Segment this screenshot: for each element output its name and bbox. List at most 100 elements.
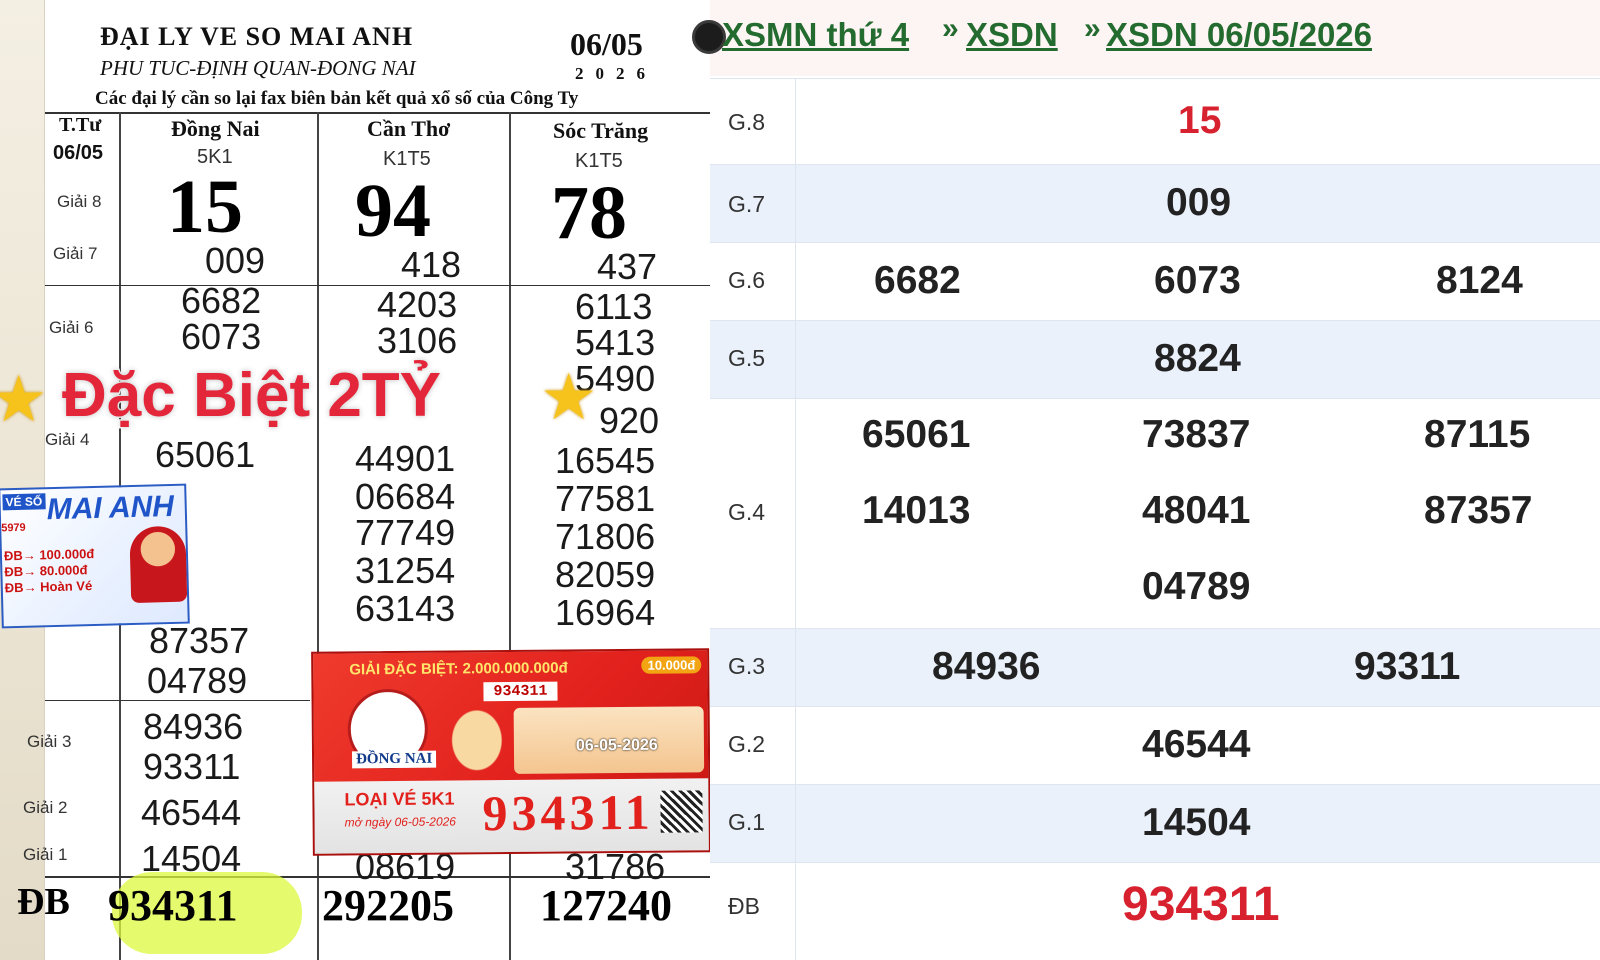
prize-value: 46544 — [1142, 723, 1251, 766]
breadcrumb-xsdn[interactable]: XSDN — [966, 16, 1058, 54]
soc-trang-lower-5: 82059 — [555, 554, 656, 595]
agency-title: ĐẠI LY VE SO MAI ANH — [100, 22, 414, 51]
sheet-year: 2026 — [575, 64, 657, 83]
star-icon: ★ — [0, 363, 48, 435]
advert-line: ĐB→ 100.000đ — [3, 545, 95, 564]
breadcrumb: XSMN thứ 4 » XSDN » XSDN 06/05/2026 — [692, 0, 1600, 76]
g6-can-tho-2: 3106 — [377, 320, 458, 361]
ticket-draw-date: 06-05-2026 — [575, 736, 658, 755]
soc-trang-lower-4: 71806 — [555, 516, 656, 557]
ticket-issue-date: mở ngày 06-05-2026 — [344, 814, 456, 830]
prize-label: G.2 — [728, 731, 766, 757]
ticket-type: LOẠI VÉ 5K1 — [344, 788, 455, 810]
qr-code-icon — [660, 790, 703, 833]
prize-value: 93311 — [1354, 645, 1461, 688]
advert-phone: 5979 — [1, 521, 26, 535]
star-icon: ★ — [540, 361, 598, 433]
breadcrumb-xsmn-thu-4[interactable]: XSMN thứ 4 — [722, 16, 909, 54]
can-tho-lower-1: 44901 — [355, 438, 456, 479]
weekday-label: T.Tư — [59, 114, 102, 136]
prize-row-g4: G.4 65061 73837 87115 14013 48041 87357 … — [710, 398, 1600, 628]
prize-label-g8: Giải 8 — [57, 192, 102, 211]
prize-label: G.1 — [728, 809, 766, 835]
can-tho-lower-5: 63143 — [355, 588, 456, 629]
prize-label: G.3 — [728, 653, 766, 679]
prize-label-g1: Giải 1 — [23, 845, 68, 864]
lottery-ticket: GIẢI ĐẶC BIỆT: 2.000.000.000đ 10.000đ 93… — [311, 648, 710, 856]
god-of-wealth-illustration — [129, 525, 188, 604]
ticket-big-serial: 934311 — [482, 783, 655, 842]
advert-line: ĐB→ 80.000đ — [4, 562, 88, 580]
prize-label: G.4 — [728, 499, 766, 525]
prize-label-db: ĐB — [17, 881, 70, 923]
deer-illustration — [431, 685, 523, 777]
can-tho-lower-3: 77749 — [355, 512, 456, 553]
prize-value: 8824 — [1154, 337, 1241, 380]
breadcrumb-separator: » — [1084, 12, 1101, 45]
db-can-tho: 292205 — [322, 881, 454, 930]
divider — [45, 112, 710, 114]
overlay-title: Đặc Biệt 2TỶ — [60, 360, 442, 432]
lottery-sheet-photo: ĐẠI LY VE SO MAI ANH PHU TUC-ĐỊNH QUAN-Đ… — [0, 0, 710, 960]
g2-dong-nai: 46544 — [141, 792, 242, 833]
db-soc-trang: 127240 — [540, 881, 672, 930]
prize-value: 48041 — [1142, 489, 1251, 532]
prize-label-g2: Giải 2 — [23, 798, 68, 817]
prize-value: 6073 — [1154, 259, 1241, 302]
ticket-lower-panel: LOẠI VÉ 5K1 mở ngày 06-05-2026 934311 — [314, 778, 709, 854]
g7-soc-trang: 437 — [597, 246, 658, 287]
prize-label-g3: Giải 3 — [27, 732, 72, 751]
prize-value: 87357 — [1424, 489, 1533, 532]
prize-value: 14504 — [1142, 801, 1251, 844]
g8-can-tho: 94 — [355, 169, 431, 253]
g7-dong-nai: 009 — [205, 240, 266, 281]
soc-trang-lower-1: 920 — [599, 400, 660, 441]
prize-value: 73837 — [1142, 413, 1251, 456]
prize-value: 87115 — [1424, 413, 1531, 456]
g6-dong-nai-2: 6073 — [181, 316, 262, 357]
advert-card: VÉ SỐ MAI ANH 5979 ĐB→ 100.000đ ĐB→ 80.0… — [0, 483, 190, 629]
prize-label: G.8 — [728, 109, 766, 135]
advert-line: ĐB→ Hoàn Vé — [4, 578, 93, 596]
prize-label-g6: Giải 6 — [49, 318, 94, 337]
prize-row-g1: G.1 14504 — [710, 784, 1600, 862]
soc-trang-lower-3: 77581 — [555, 478, 656, 519]
agency-address: PHU TUC-ĐỊNH QUAN-ĐONG NAI — [100, 56, 416, 80]
sheet-date: 06/05 — [570, 26, 643, 62]
prize-value: 8124 — [1436, 259, 1523, 302]
prize-value: 14013 — [862, 489, 971, 532]
special-prize-value: 934311 — [1122, 878, 1280, 931]
column-header-soc-trang: Sóc Trăng — [553, 118, 649, 143]
prize-value: 04789 — [1142, 565, 1251, 608]
prize-value: 009 — [1166, 181, 1232, 224]
breadcrumb-xsdn-date[interactable]: XSDN 06/05/2026 — [1106, 16, 1372, 54]
breadcrumb-separator: » — [942, 12, 959, 45]
weekday-date: 06/05 — [53, 142, 104, 164]
soc-trang-lower-2: 16545 — [555, 440, 656, 481]
prize-row-g2: G.2 46544 — [710, 706, 1600, 784]
advert-brand: MAI ANH — [46, 489, 175, 527]
prize-row-g5: G.5 8824 — [710, 320, 1600, 398]
ticket-headline: GIẢI ĐẶC BIỆT: 2.000.000.000đ — [349, 659, 568, 679]
result-panel: XSMN thứ 4 » XSDN » XSDN 06/05/2026 G.8 … — [692, 0, 1600, 960]
column-header-can-tho: Cần Thơ — [367, 116, 451, 141]
prize-label: G.7 — [728, 191, 766, 217]
prize-row-g8: G.8 15 — [710, 78, 1600, 164]
g3-dong-nai-1: 84936 — [143, 706, 244, 747]
sheet-notice: Các đại lý cần so lại fax biên bản kết q… — [95, 88, 579, 109]
prize-label-g7: Giải 7 — [53, 244, 98, 263]
advert-tag: VÉ SỐ — [2, 493, 46, 511]
column-header-dong-nai: Đồng Nai — [171, 116, 260, 141]
ticket-price-badge: 10.000đ — [641, 656, 702, 674]
g7-can-tho: 418 — [401, 244, 462, 285]
db-dong-nai: 934311 — [108, 881, 238, 930]
can-tho-lower-4: 31254 — [355, 550, 456, 591]
prize-value: 6682 — [874, 259, 961, 302]
g3-dong-nai-2: 93311 — [143, 746, 241, 787]
prize-row-g6: G.6 6682 6073 8124 — [710, 242, 1600, 320]
g4-dong-nai-7: 04789 — [147, 660, 248, 701]
g8-soc-trang: 78 — [551, 171, 627, 255]
prize-label: ĐB — [728, 893, 760, 919]
prize-label: G.5 — [728, 345, 766, 371]
soc-trang-lower-6: 16964 — [555, 592, 656, 633]
